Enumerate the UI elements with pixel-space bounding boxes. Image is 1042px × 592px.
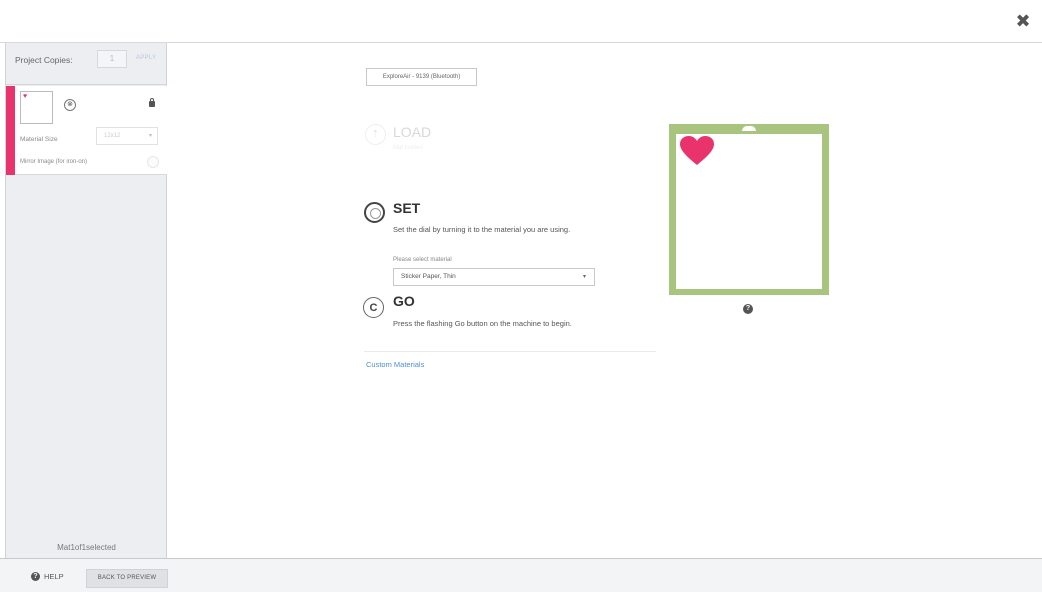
mat-notch	[742, 126, 756, 131]
info-icon[interactable]: ?	[743, 304, 753, 314]
material-size-value: 12x12	[104, 133, 121, 139]
chevron-down-icon: ▾	[582, 274, 586, 280]
dial-icon	[364, 202, 385, 223]
go-step-description: Press the flashing Go button on the mach…	[393, 319, 572, 328]
project-copies-row: Project Copies: 1 APPLY	[6, 43, 166, 85]
bottom-bar: ? HELP BACK TO PREVIEW	[0, 558, 1042, 592]
material-select-label: Please select material	[393, 257, 452, 263]
help-icon[interactable]: ?	[31, 572, 40, 581]
material-size-select[interactable]: 12x12 ▾	[96, 127, 158, 145]
go-button-icon: C	[363, 297, 384, 318]
material-size-label: Material Size	[20, 136, 58, 143]
mirror-image-label: Mirror Image (for iron-on)	[20, 159, 88, 165]
load-step-title: LOAD	[393, 124, 432, 140]
go-step-title: GO	[393, 293, 415, 309]
mat-thumbnail[interactable]: ♥	[20, 91, 53, 124]
divider	[364, 351, 656, 352]
mat-preview	[669, 124, 829, 295]
mirror-image-toggle[interactable]	[147, 156, 159, 168]
back-to-preview-button[interactable]: BACK TO PREVIEW	[86, 569, 168, 588]
heart-thumbnail-icon: ♥	[23, 93, 28, 100]
close-icon[interactable]: ✖	[1014, 12, 1032, 30]
set-step-description: Set the dial by turning it to the materi…	[393, 225, 571, 234]
apply-button[interactable]: APPLY	[136, 55, 156, 61]
lock-icon[interactable]	[149, 98, 155, 107]
mat-card[interactable]: ♥ ⊗ Material Size 12x12 ▾ Mirror Image (…	[6, 86, 167, 175]
set-step-title: SET	[393, 200, 421, 216]
material-select[interactable]: Sticker Paper, Thin ▾	[393, 268, 595, 286]
load-step-icon: ⇡	[365, 124, 386, 145]
mat-options-icon[interactable]: ⊗	[64, 99, 76, 111]
mat-cutting-area	[676, 134, 822, 289]
mat-selection-count: Mat1of1selected	[57, 543, 116, 552]
custom-materials-link[interactable]: Custom Materials	[366, 360, 424, 369]
project-copies-input[interactable]: 1	[97, 50, 127, 68]
project-copies-label: Project Copies:	[15, 55, 73, 65]
top-bar: ✖	[0, 0, 1042, 43]
mat-selected-indicator	[6, 86, 15, 175]
load-step-subtitle: Mat loaded	[393, 145, 423, 151]
device-selector-button[interactable]: ExploreAir - 9139 (Bluetooth)	[366, 68, 477, 86]
heart-shape[interactable]	[680, 136, 714, 166]
chevron-down-icon: ▾	[148, 133, 152, 139]
help-link[interactable]: HELP	[44, 572, 64, 581]
material-select-value: Sticker Paper, Thin	[401, 273, 456, 280]
mat-sidebar: Project Copies: 1 APPLY ♥ ⊗ Material Siz…	[5, 43, 167, 558]
